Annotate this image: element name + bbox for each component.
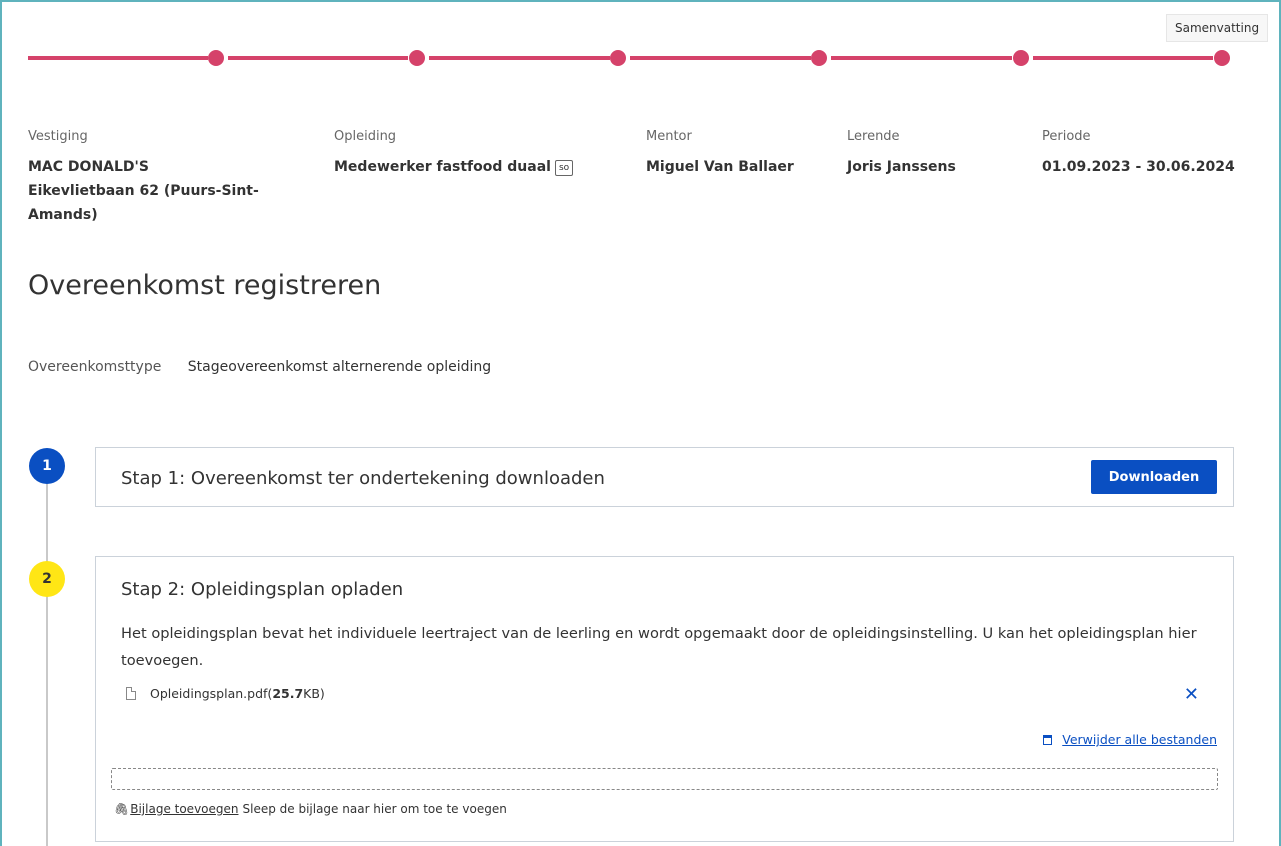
progress-segment <box>630 56 811 60</box>
trash-icon <box>1043 734 1053 745</box>
info-value: 01.09.2023 - 30.06.2024 <box>1042 159 1235 175</box>
progress-step-dot[interactable] <box>208 50 224 66</box>
vestiging-address-cont: Amands) <box>28 207 98 223</box>
paperclip-icon: 🖇 <box>114 802 130 816</box>
info-label: Opleiding <box>334 129 397 144</box>
progress-tooltip: Samenvatting <box>1166 14 1269 42</box>
uploaded-file-row: Opleidingsplan.pdf (25.7 KB) <box>126 686 325 701</box>
progress-step-dot-summary[interactable] <box>1214 50 1230 66</box>
info-value: Miguel Van Ballaer <box>646 159 794 175</box>
agreement-type-row: Overeenkomsttype Stageovereenkomst alter… <box>28 359 491 375</box>
progress-step-dot[interactable] <box>811 50 827 66</box>
progress-segment <box>228 56 408 60</box>
agreement-type-label: Overeenkomsttype <box>28 359 162 375</box>
vestiging-address: Eikevlietbaan 62 (Puurs-Sint- <box>28 183 259 199</box>
info-label: Periode <box>1042 129 1091 144</box>
info-periode: Periode 01.09.2023 - 30.06.2024 <box>1042 129 1262 179</box>
file-icon <box>126 687 136 700</box>
info-lerende: Lerende Joris Janssens <box>847 129 1017 179</box>
progress-step-dot[interactable] <box>409 50 425 66</box>
remove-all-label: Verwijder alle bestanden <box>1062 732 1217 747</box>
add-attachment-link[interactable]: Bijlage toevoegen <box>130 802 238 816</box>
step1-title: Stap 1: Overeenkomst ter ondertekening d… <box>121 468 605 489</box>
progress-step-dot[interactable] <box>1013 50 1029 66</box>
step-number-badge: 1 <box>29 448 65 484</box>
progress-segment <box>1033 56 1213 60</box>
file-dropzone[interactable] <box>111 768 1218 790</box>
info-mentor: Mentor Miguel Van Ballaer <box>646 129 816 179</box>
attach-hint: Sleep de bijlage naar hier om toe te voe… <box>242 802 507 816</box>
progress-segment <box>429 56 610 60</box>
info-label: Mentor <box>646 129 692 144</box>
step-number-badge: 2 <box>29 561 65 597</box>
file-name: Opleidingsplan.pdf <box>150 686 268 701</box>
info-label: Lerende <box>847 129 900 144</box>
progress-segment <box>28 56 208 60</box>
attach-row: 🖇 Bijlage toevoegen Sleep de bijlage naa… <box>114 802 507 816</box>
info-opleiding: Opleiding Medewerker fastfood duaal so <box>334 129 634 179</box>
opleiding-name: Medewerker fastfood duaal <box>334 159 551 175</box>
step2-title: Stap 2: Opleidingsplan opladen <box>121 579 404 600</box>
file-size-unit: KB) <box>303 686 325 701</box>
info-value: MAC DONALD'S Eikevlietbaan 62 (Puurs-Sin… <box>28 155 308 227</box>
download-button[interactable]: Downloaden <box>1091 460 1217 494</box>
step2-card: Stap 2: Opleidingsplan opladen Het oplei… <box>95 556 1234 842</box>
agreement-type-value: Stageovereenkomst alternerende opleiding <box>187 359 492 375</box>
progress-stepper <box>28 48 1230 68</box>
info-vestiging: Vestiging MAC DONALD'S Eikevlietbaan 62 … <box>28 129 308 227</box>
info-value: Medewerker fastfood duaal so <box>334 155 634 179</box>
progress-segment <box>831 56 1012 60</box>
page-title: Overeenkomst registreren <box>28 270 382 301</box>
vestiging-name: MAC DONALD'S <box>28 159 149 175</box>
step1-card: Stap 1: Overeenkomst ter ondertekening d… <box>95 447 1234 507</box>
info-label: Vestiging <box>28 129 88 144</box>
remove-all-files-link[interactable]: Verwijder alle bestanden <box>1043 732 1217 747</box>
education-type-badge: so <box>554 160 574 176</box>
close-icon[interactable]: ✕ <box>1184 684 1199 705</box>
step2-description: Het opleidingsplan bevat het individuele… <box>121 625 1197 669</box>
info-value: Joris Janssens <box>847 159 956 175</box>
timeline-line <box>46 484 48 846</box>
file-size-value: 25.7 <box>272 686 304 701</box>
progress-step-dot[interactable] <box>610 50 626 66</box>
